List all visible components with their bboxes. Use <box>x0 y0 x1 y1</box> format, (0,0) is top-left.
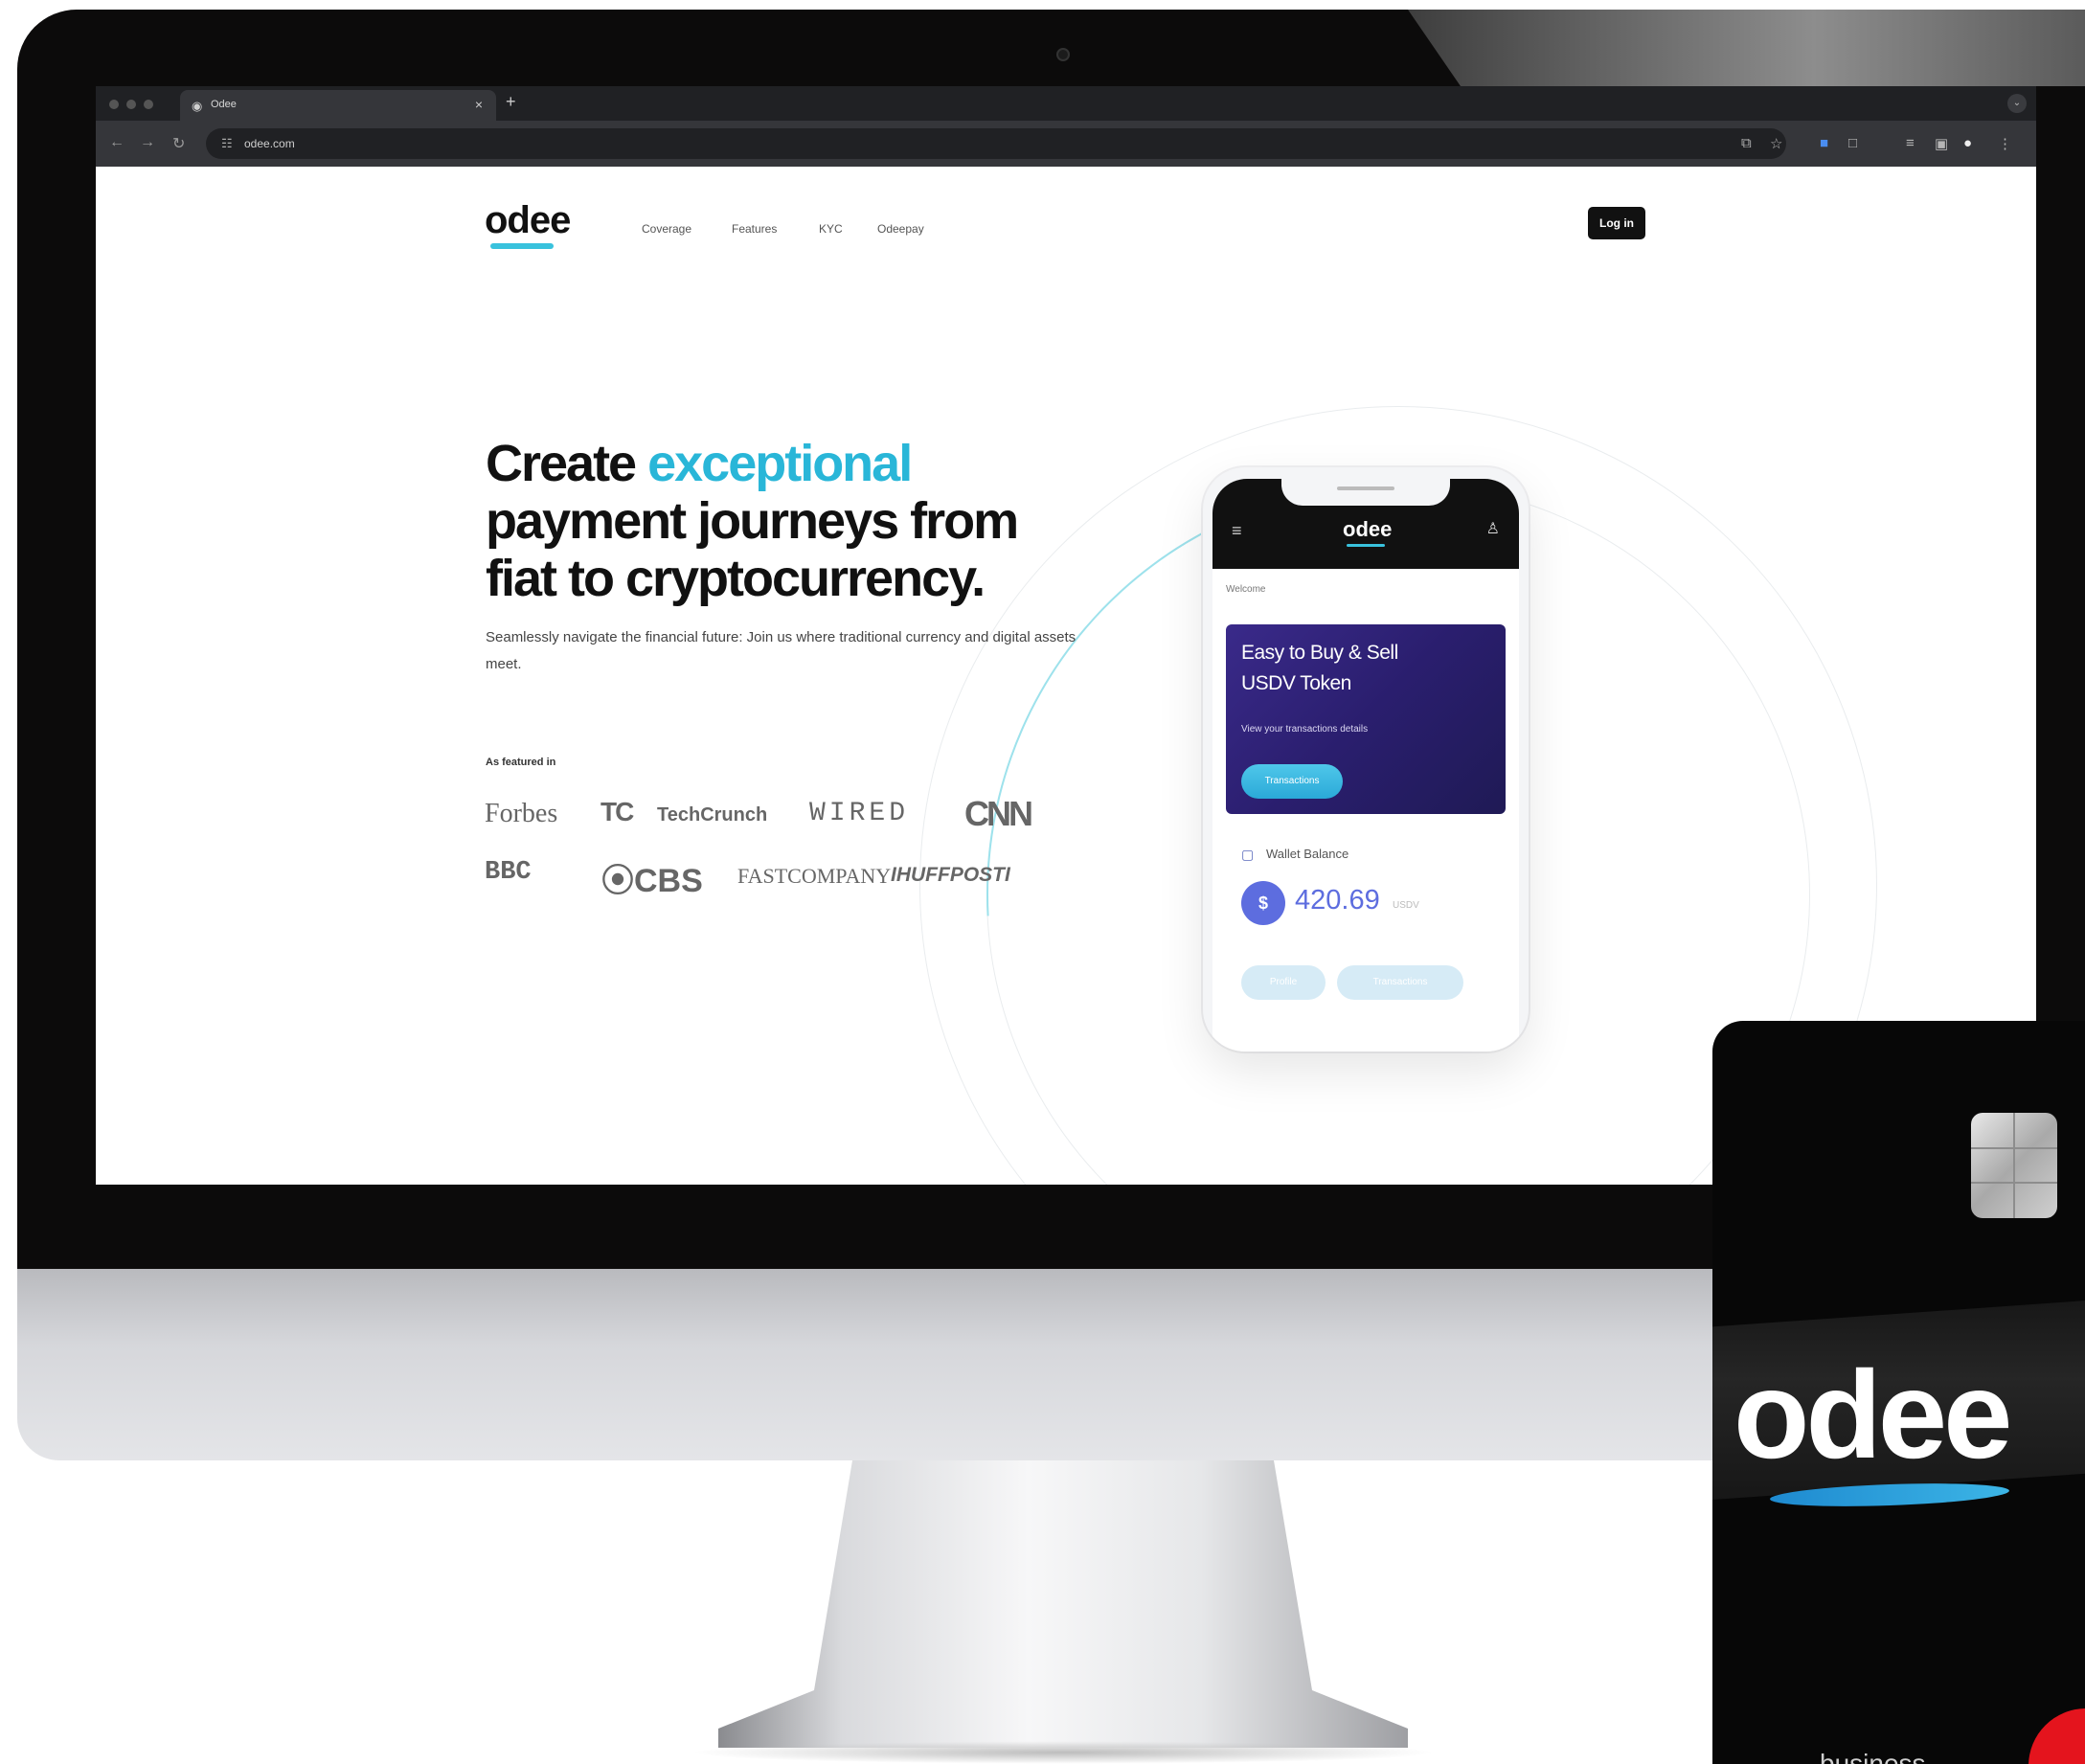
forward-icon[interactable]: → <box>140 134 155 151</box>
logo-swoosh <box>490 243 554 249</box>
balance-unit: USDV <box>1393 900 1419 911</box>
techcrunch-mark: TC <box>601 797 634 826</box>
browser-toolbar: ← → ↻ ☷ odee.com ⧉ ☆ ■ □ ≡ ▣ ● ⋮ <box>96 121 2036 167</box>
tab-title: Odee <box>211 99 237 110</box>
wallet-icon: ▢ <box>1241 847 1255 862</box>
hamburger-menu-icon[interactable]: ≡ <box>1232 521 1242 541</box>
welcome-text: Welcome <box>1226 584 1266 595</box>
scene: ◉ Odee × + ⌄ ← → ↻ ☷ odee.com ⧉ ☆ ■ □ ≡ … <box>0 0 2085 1764</box>
url-text: odee.com <box>244 137 295 150</box>
side-panel-icon[interactable]: ▣ <box>1935 135 1948 152</box>
browser-tab[interactable]: ◉ Odee × <box>180 90 496 121</box>
window-minimize-dot[interactable] <box>126 100 136 109</box>
translate-icon[interactable]: ⧉ <box>1741 135 1752 151</box>
screen: ◉ Odee × + ⌄ ← → ↻ ☷ odee.com ⧉ ☆ ■ □ ≡ … <box>96 86 2036 1185</box>
odee-business-card: odee business <box>1712 1021 2085 1764</box>
hero-title-end: payment journeys from fiat to cryptocurr… <box>486 492 1019 607</box>
bookmark-star-icon[interactable]: ☆ <box>1770 135 1782 152</box>
phone-logo-swoosh <box>1347 544 1385 547</box>
webcam <box>1056 48 1070 61</box>
browser-menu-icon[interactable]: ⋮ <box>1998 135 2012 152</box>
reload-icon[interactable]: ↻ <box>172 134 185 153</box>
chip-contact-line <box>2013 1113 2015 1218</box>
phone-mockup: ≡ odee ♙ Welcome Easy to Buy & Sell USDV… <box>1203 467 1529 1052</box>
globe-icon: ◉ <box>192 99 203 113</box>
huffpost-logo: IHUFFPOSTI <box>891 864 1010 886</box>
reading-list-icon[interactable]: ≡ <box>1906 135 1915 151</box>
stand-shadow <box>690 1741 1437 1764</box>
card-chip <box>1971 1113 2057 1218</box>
promo-title: Easy to Buy & Sell USDV Token <box>1241 642 1398 694</box>
phone-speaker <box>1337 486 1394 490</box>
close-tab-icon[interactable]: × <box>475 97 483 112</box>
wallet-balance-value: 420.69 <box>1295 885 1380 916</box>
cnn-logo: CNN <box>964 794 1033 833</box>
nav-coverage[interactable]: Coverage <box>642 222 691 236</box>
transactions-button[interactable]: Transactions <box>1241 764 1343 799</box>
usdv-coin-icon: $ <box>1241 881 1285 925</box>
back-icon[interactable]: ← <box>109 134 125 151</box>
bezel-reflection <box>1408 10 2085 86</box>
hero-title-start: Create <box>486 435 648 492</box>
extension-icon[interactable]: ■ <box>1820 135 1828 151</box>
hero-subtitle: Seamlessly navigate the financial future… <box>486 629 1076 672</box>
hero-title: Create exceptional payment journeys from… <box>486 435 1079 607</box>
login-button[interactable]: Log in <box>1588 207 1645 239</box>
phone-screen: ≡ odee ♙ Welcome Easy to Buy & Sell USDV… <box>1212 479 1519 1052</box>
imac-stand <box>718 1460 1408 1748</box>
card-network-logo <box>2028 1708 2085 1764</box>
site-logo[interactable]: odee <box>485 199 571 242</box>
site-info-icon[interactable]: ☷ <box>221 136 233 151</box>
transactions-pill-button[interactable]: Transactions <box>1337 965 1463 1000</box>
featured-label: As featured in <box>486 757 556 768</box>
nav-kyc[interactable]: KYC <box>819 222 843 236</box>
cbs-logo: ⦿CBS <box>601 863 703 899</box>
wallet-balance-label: Wallet Balance <box>1266 847 1349 861</box>
nav-odeepay[interactable]: Odeepay <box>877 222 924 236</box>
card-tier-label: business <box>1820 1749 1926 1764</box>
tab-search-icon[interactable]: ⌄ <box>2007 94 2027 113</box>
browser-tab-bar: ◉ Odee × + ⌄ <box>96 86 2036 121</box>
nav-features[interactable]: Features <box>732 222 777 236</box>
new-tab-button[interactable]: + <box>506 92 516 112</box>
phone-logo: odee <box>1343 517 1393 541</box>
profile-pill-button[interactable]: Profile <box>1241 965 1326 1000</box>
address-bar[interactable]: ☷ odee.com <box>206 128 1786 159</box>
phone-notch <box>1281 479 1450 506</box>
bbc-logo: BBC <box>485 858 532 887</box>
techcrunch-logo: TechCrunch <box>657 804 768 825</box>
wired-logo: WIRED <box>809 799 910 828</box>
window-zoom-dot[interactable] <box>144 100 153 109</box>
extensions-puzzle-icon[interactable]: □ <box>1848 135 1857 151</box>
profile-avatar-icon[interactable]: ● <box>1963 135 1972 151</box>
promo-card: Easy to Buy & Sell USDV Token View your … <box>1226 624 1506 814</box>
card-logo: odee <box>1734 1345 2012 1484</box>
fastcompany-logo: FASTCOMPANY <box>737 864 892 888</box>
window-close-dot[interactable] <box>109 100 119 109</box>
forbes-logo: Forbes <box>485 799 558 828</box>
hero-title-highlight: exceptional <box>647 435 913 492</box>
user-icon[interactable]: ♙ <box>1486 519 1500 538</box>
promo-subtitle: View your transactions details <box>1241 724 1369 735</box>
